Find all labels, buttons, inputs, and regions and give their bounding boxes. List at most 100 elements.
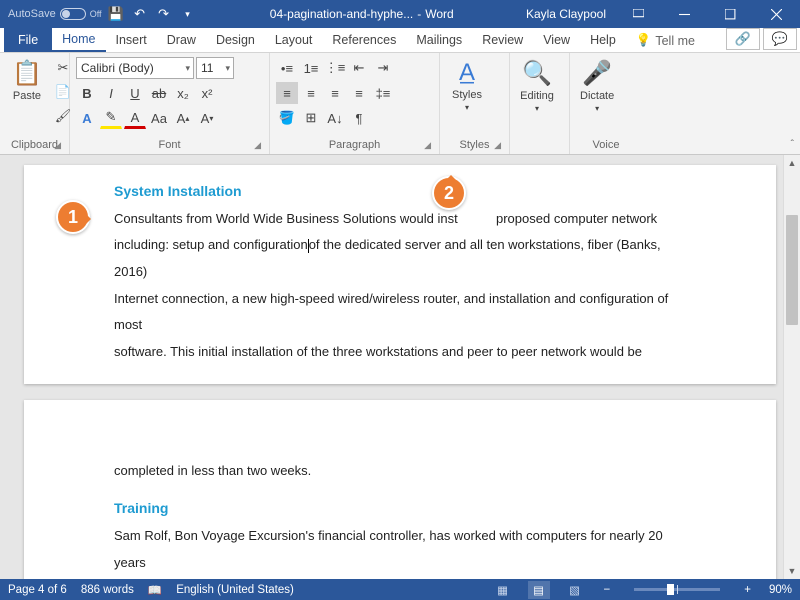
web-layout-icon[interactable]: ▧ — [564, 581, 586, 599]
share-button[interactable]: 🔗 — [726, 28, 760, 50]
editing-button[interactable]: 🔍Editing▾ — [516, 57, 558, 115]
group-styles: A̲Styles▾ Styles ◢ — [440, 53, 510, 154]
scroll-down-icon[interactable]: ▼ — [784, 563, 800, 579]
language-indicator[interactable]: English (United States) — [176, 584, 294, 596]
chevron-down-icon: ▾ — [595, 104, 599, 113]
font-launcher-icon[interactable]: ◢ — [254, 140, 261, 151]
page-lower[interactable]: completed in less than two weeks. Traini… — [24, 400, 776, 579]
strikethrough-button[interactable]: ab — [148, 82, 170, 104]
tab-view[interactable]: View — [533, 28, 580, 52]
align-left-button[interactable]: ≡ — [276, 82, 298, 104]
body-text: software. This initial installation of t… — [114, 339, 686, 366]
lightbulb-icon: 💡 — [636, 33, 652, 48]
shrink-font-button[interactable]: A▾ — [196, 107, 218, 129]
paste-icon: 📋 — [12, 59, 42, 88]
font-size-selector[interactable]: 11 — [196, 57, 234, 79]
paragraph-launcher-icon[interactable]: ◢ — [424, 140, 431, 151]
heading-system-installation: System Installation — [114, 177, 686, 206]
bold-button[interactable]: B — [76, 82, 98, 104]
clipboard-launcher-icon[interactable]: ◢ — [54, 140, 61, 151]
increase-indent-button[interactable]: ⇥ — [372, 57, 394, 79]
decrease-indent-button[interactable]: ⇤ — [348, 57, 370, 79]
title-bar: AutoSave Off 💾 ↶ ↷ ▾ 04-pagination-and-h… — [0, 0, 800, 28]
minimize-button[interactable] — [662, 0, 706, 28]
underline-button[interactable]: U — [124, 82, 146, 104]
tab-draw[interactable]: Draw — [157, 28, 206, 52]
comments-button[interactable]: 💬 — [763, 28, 797, 50]
file-tab[interactable]: File — [4, 28, 52, 52]
italic-button[interactable]: I — [100, 82, 122, 104]
collapse-ribbon-icon[interactable]: ˆ — [791, 139, 794, 150]
justify-button[interactable]: ≡ — [348, 82, 370, 104]
styles-launcher-icon[interactable]: ◢ — [494, 140, 501, 151]
undo-icon[interactable]: ↶ — [130, 4, 150, 24]
font-color-button[interactable]: A — [124, 107, 146, 129]
document-title: 04-pagination-and-hyphe... — [270, 7, 413, 21]
user-name[interactable]: Kayla Claypool — [526, 7, 606, 21]
sort-button[interactable]: A↓ — [324, 107, 346, 129]
tell-me-search[interactable]: 💡 Tell me — [626, 29, 705, 52]
ribbon: 📋 Paste ✂ 📄 🖌 Clipboard◢ Calibri (Body) … — [0, 53, 800, 155]
tab-home[interactable]: Home — [52, 28, 105, 52]
font-size-value: 11 — [201, 61, 213, 75]
tab-mailings[interactable]: Mailings — [406, 28, 472, 52]
body-text: completed in less than two weeks. — [114, 458, 686, 485]
ribbon-display-icon[interactable] — [616, 0, 660, 28]
qat-customize-icon[interactable]: ▾ — [178, 4, 198, 24]
vertical-scrollbar[interactable]: ▲ ▼ — [783, 155, 800, 579]
align-center-button[interactable]: ≡ — [300, 82, 322, 104]
body-text: Sam Rolf, Bon Voyage Excursion's financi… — [114, 523, 686, 576]
redo-icon[interactable]: ↷ — [154, 4, 174, 24]
subscript-button[interactable]: x₂ — [172, 82, 194, 104]
tab-insert[interactable]: Insert — [106, 28, 157, 52]
zoom-handle[interactable] — [667, 584, 674, 595]
autosave-toggle[interactable]: AutoSave Off — [8, 8, 102, 20]
multilevel-list-button[interactable]: ⋮≡ — [324, 57, 346, 79]
styles-button[interactable]: A̲Styles▾ — [446, 57, 488, 114]
highlight-button[interactable]: ✎ — [100, 107, 122, 129]
tab-design[interactable]: Design — [206, 28, 265, 52]
scroll-thumb[interactable] — [786, 215, 798, 325]
spellcheck-icon[interactable]: 📖 — [148, 583, 162, 597]
save-icon[interactable]: 💾 — [106, 4, 126, 24]
change-case-button[interactable]: Aa — [148, 107, 170, 129]
dictate-button[interactable]: 🎤Dictate▾ — [576, 57, 618, 115]
tab-help[interactable]: Help — [580, 28, 626, 52]
read-mode-icon[interactable]: ▦ — [492, 581, 514, 599]
zoom-in-button[interactable]: + — [740, 584, 755, 596]
zoom-out-button[interactable]: − — [600, 584, 615, 596]
close-button[interactable] — [754, 0, 798, 28]
voice-group-label: Voice — [593, 139, 620, 151]
scroll-up-icon[interactable]: ▲ — [784, 155, 800, 171]
line-spacing-button[interactable]: ‡≡ — [372, 82, 394, 104]
callout-2-label: 2 — [444, 183, 454, 204]
zoom-slider[interactable] — [634, 588, 720, 591]
word-count[interactable]: 886 words — [81, 584, 134, 596]
borders-button[interactable]: ⊞ — [300, 107, 322, 129]
tab-review[interactable]: Review — [472, 28, 533, 52]
bullets-button[interactable]: •≡ — [276, 57, 298, 79]
print-layout-icon[interactable]: ▤ — [528, 581, 550, 599]
tab-references[interactable]: References — [322, 28, 406, 52]
maximize-button[interactable] — [708, 0, 752, 28]
paste-button[interactable]: 📋 Paste — [6, 57, 48, 104]
document-area: System Installation Consultants from Wor… — [0, 155, 800, 579]
align-right-button[interactable]: ≡ — [324, 82, 346, 104]
editing-label: Editing — [520, 90, 554, 102]
page-upper[interactable]: System Installation Consultants from Wor… — [24, 165, 776, 384]
numbering-button[interactable]: 1≡ — [300, 57, 322, 79]
shading-button[interactable]: 🪣 — [276, 107, 298, 129]
zoom-level[interactable]: 90% — [769, 584, 792, 596]
font-name-selector[interactable]: Calibri (Body) — [76, 57, 194, 79]
show-marks-button[interactable]: ¶ — [348, 107, 370, 129]
chevron-down-icon: ▾ — [535, 104, 539, 113]
page-indicator[interactable]: Page 4 of 6 — [8, 584, 67, 596]
grow-font-button[interactable]: A▴ — [172, 107, 194, 129]
font-name-value: Calibri (Body) — [81, 61, 154, 75]
callout-2: 2 — [432, 176, 466, 210]
text-effects-button[interactable]: A — [76, 107, 98, 129]
styles-label: Styles — [452, 89, 482, 101]
superscript-button[interactable]: x² — [196, 82, 218, 104]
tab-layout[interactable]: Layout — [265, 28, 323, 52]
autosave-switch-icon — [60, 8, 86, 20]
